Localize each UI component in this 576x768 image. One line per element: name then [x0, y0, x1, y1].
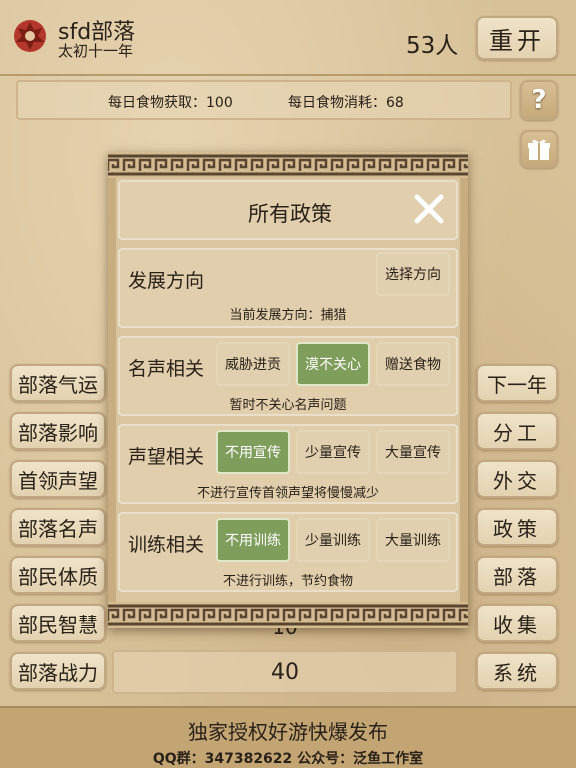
- training-option-lots[interactable]: 大量训练: [376, 518, 450, 562]
- reputation-option-gift-food[interactable]: 赠送食物: [376, 342, 450, 386]
- greek-key-border-bottom: [108, 602, 468, 628]
- gift-icon: [528, 139, 550, 160]
- development-label: 发展方向: [128, 270, 205, 292]
- development-section: 发展方向 选择方向 当前发展方向：捕猎: [118, 248, 458, 328]
- training-note: 不进行训练，节约食物: [222, 574, 353, 589]
- modal-body: 所有政策 发展方向 选择方向 当前发展方向：捕猎 名声相关 威胁进贡 漠不关心 …: [116, 178, 460, 602]
- modal-header: 所有政策: [118, 180, 458, 240]
- system-button[interactable]: 系统: [476, 652, 558, 690]
- prestige-section: 声望相关 不用宣传 少量宣传 大量宣传 不进行宣传首领声望将慢慢减少: [118, 424, 458, 504]
- horde-emblem-icon: [14, 20, 46, 52]
- gift-button[interactable]: [520, 130, 558, 168]
- help-button[interactable]: ?: [520, 80, 558, 120]
- diplomacy-button[interactable]: 外交: [476, 460, 558, 498]
- training-option-some[interactable]: 少量训练: [296, 518, 370, 562]
- reputation-option-indifferent[interactable]: 漠不关心: [296, 342, 370, 386]
- reputation-section: 名声相关 威胁进贡 漠不关心 赠送食物 暂时不关心名声问题: [118, 336, 458, 416]
- training-label: 训练相关: [128, 534, 205, 556]
- footer-publisher: 独家授权好游快爆发布: [188, 720, 388, 744]
- policy-button[interactable]: 政策: [476, 508, 558, 546]
- footer: 独家授权好游快爆发布 QQ群：347382622 公众号：泛鱼工作室: [0, 706, 576, 768]
- choose-direction-button[interactable]: 选择方向: [376, 252, 450, 296]
- collect-button[interactable]: 收集: [476, 604, 558, 642]
- next-year-button[interactable]: 下一年: [476, 364, 558, 402]
- prestige-note: 不进行宣传首领声望将慢慢减少: [196, 486, 379, 501]
- menu-people-wisdom[interactable]: 部民智慧: [10, 604, 106, 642]
- development-note: 当前发展方向：捕猎: [229, 308, 347, 323]
- population-count: 53人: [406, 33, 459, 59]
- greek-key-border-top: [108, 152, 468, 178]
- tribe-year: 太初十一年: [58, 42, 134, 60]
- footer-contact: QQ群：347382622 公众号：泛鱼工作室: [152, 751, 424, 767]
- modal-title: 所有政策: [248, 202, 332, 226]
- restart-button[interactable]: 重开: [476, 16, 558, 60]
- prestige-option-lots[interactable]: 大量宣传: [376, 430, 450, 474]
- top-bar: sfd部落 太初十一年 53人 重开: [0, 0, 576, 76]
- combat-value: 40: [112, 650, 458, 694]
- menu-tribe-combat[interactable]: 部落战力: [10, 652, 106, 690]
- food-cost-text: 每日食物消耗：68: [288, 95, 404, 111]
- menu-leader-prestige[interactable]: 首领声望: [10, 460, 106, 498]
- food-gain-text: 每日食物获取：100: [108, 95, 233, 111]
- training-option-none[interactable]: 不用训练: [216, 518, 290, 562]
- prestige-option-none[interactable]: 不用宣传: [216, 430, 290, 474]
- menu-tribe-influence[interactable]: 部落影响: [10, 412, 106, 450]
- tribe-button[interactable]: 部落: [476, 556, 558, 594]
- prestige-option-some[interactable]: 少量宣传: [296, 430, 370, 474]
- reputation-label: 名声相关: [128, 358, 205, 380]
- training-section: 训练相关 不用训练 少量训练 大量训练 不进行训练，节约食物: [118, 512, 458, 592]
- question-icon: ?: [531, 85, 547, 115]
- close-icon[interactable]: [412, 192, 446, 226]
- policy-modal: 所有政策 发展方向 选择方向 当前发展方向：捕猎 名声相关 威胁进贡 漠不关心 …: [108, 152, 468, 628]
- reputation-note: 暂时不关心名声问题: [229, 398, 347, 413]
- menu-tribe-fortune[interactable]: 部落气运: [10, 364, 106, 402]
- menu-tribe-reputation[interactable]: 部落名声: [10, 508, 106, 546]
- prestige-label: 声望相关: [128, 446, 205, 468]
- menu-people-physique[interactable]: 部民体质: [10, 556, 106, 594]
- food-summary: 每日食物获取：100 每日食物消耗：68: [16, 80, 512, 120]
- reputation-option-threaten[interactable]: 威胁进贡: [216, 342, 290, 386]
- labor-button[interactable]: 分工: [476, 412, 558, 450]
